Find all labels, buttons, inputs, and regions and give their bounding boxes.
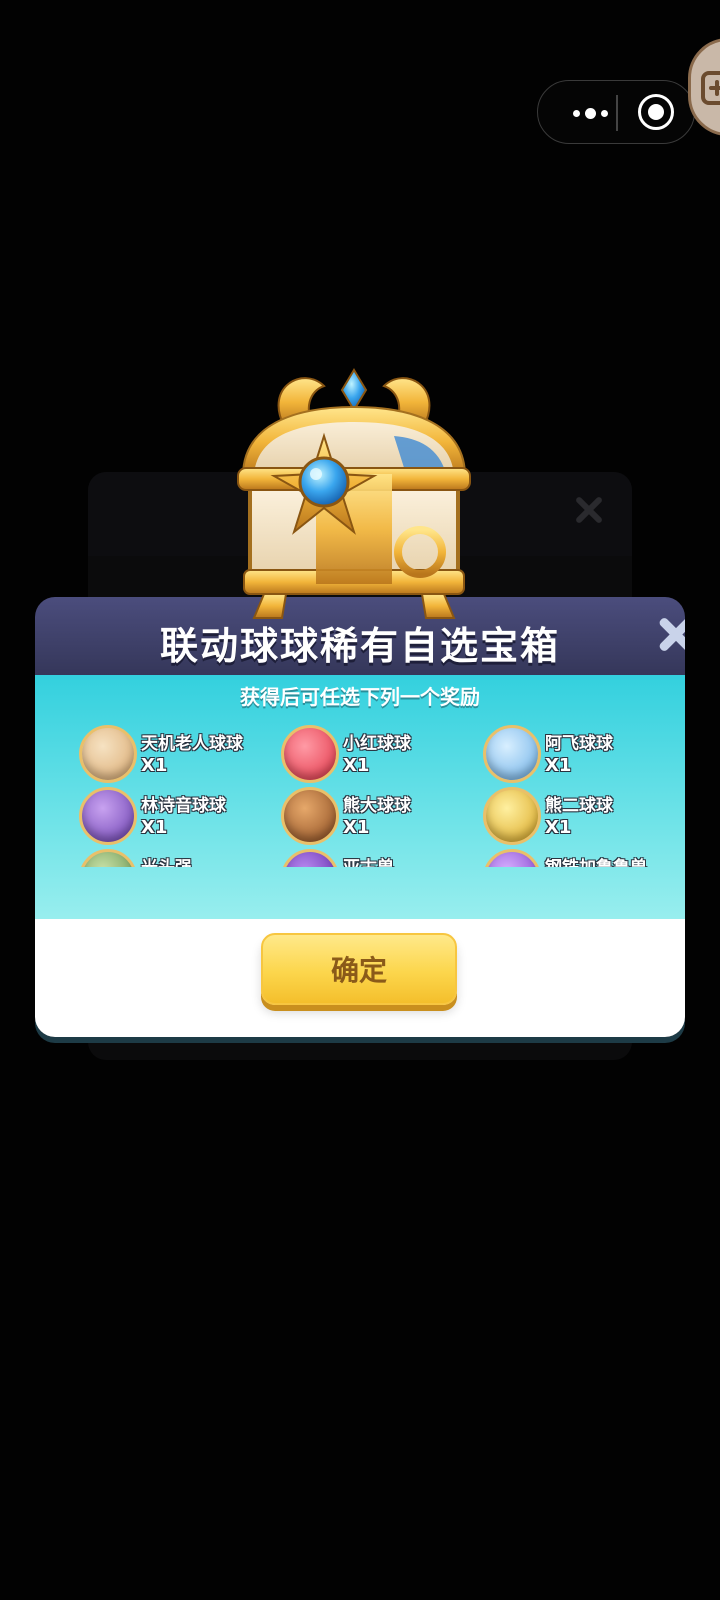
reward-item[interactable]: 天机老人球球 X1 [79, 725, 269, 787]
reward-list[interactable]: 天机老人球球 X1 小红球球 X1 阿飞球球 X1 林诗音球球 X1 熊大球球 … [79, 725, 659, 867]
reward-ball-icon [281, 725, 339, 783]
reward-name: 熊二球球 [545, 796, 613, 816]
more-dots-icon[interactable] [560, 91, 620, 135]
reward-name: 熊大球球 [343, 796, 411, 816]
reward-ball-icon [281, 787, 339, 845]
reward-qty: X1 [545, 817, 572, 838]
reward-ball-icon [281, 849, 339, 867]
reward-item[interactable]: 小红球球 X1 [281, 725, 471, 787]
capsule-divider [616, 95, 618, 131]
reward-name: 钢铁加鲁鲁兽 [545, 853, 647, 867]
close-icon[interactable] [655, 613, 685, 655]
reward-ball-icon [483, 725, 541, 783]
reward-qty: X1 [343, 755, 370, 776]
reward-qty: X1 [545, 755, 572, 776]
reward-ball-icon [79, 725, 137, 783]
confirm-button[interactable]: 确定 [261, 933, 457, 1005]
reward-item[interactable]: 钢铁加鲁鲁兽 [483, 849, 659, 867]
reward-item[interactable]: 阿飞球球 X1 [483, 725, 659, 787]
reward-name: 阿飞球球 [545, 734, 613, 754]
reward-ball-icon [79, 787, 137, 845]
reward-name: 天机老人球球 [141, 734, 243, 754]
reward-item[interactable]: 亚古兽 [281, 849, 471, 867]
reward-item[interactable]: 林诗音球球 X1 [79, 787, 269, 849]
close-x-icon [568, 490, 608, 530]
reward-name: 林诗音球球 [141, 796, 226, 816]
reward-item[interactable]: 熊二球球 X1 [483, 787, 659, 849]
reward-ball-icon [483, 849, 541, 867]
reward-name: 亚古兽 [343, 853, 394, 867]
reward-name: 光头强 [141, 853, 192, 867]
reward-name: 小红球球 [343, 734, 411, 754]
reward-qty: X1 [343, 817, 370, 838]
reward-item[interactable]: 光头强 [79, 849, 269, 867]
dialog-body: 获得后可任选下列一个奖励 天机老人球球 X1 小红球球 X1 阿飞球球 X1 林… [35, 675, 685, 919]
reward-qty: X1 [141, 755, 168, 776]
dialog-subtitle: 获得后可任选下列一个奖励 [240, 685, 480, 709]
reward-qty: X1 [141, 817, 168, 838]
game-screen: 联动球球稀有自选宝箱 获得后可任选下列一个奖励 天机老人球球 X1 小红球球 X… [0, 0, 720, 1600]
treasure-chest-icon [237, 368, 471, 619]
reward-ball-icon [483, 787, 541, 845]
target-circle-icon[interactable] [638, 94, 674, 130]
reward-item[interactable]: 熊大球球 X1 [281, 787, 471, 849]
reward-dialog: 联动球球稀有自选宝箱 获得后可任选下列一个奖励 天机老人球球 X1 小红球球 X… [35, 597, 685, 1037]
dialog-footer: 确定 [35, 919, 685, 1037]
dialog-title: 联动球球稀有自选宝箱 [159, 624, 560, 668]
reward-ball-icon [79, 849, 137, 867]
miniprogram-capsule [537, 80, 695, 144]
